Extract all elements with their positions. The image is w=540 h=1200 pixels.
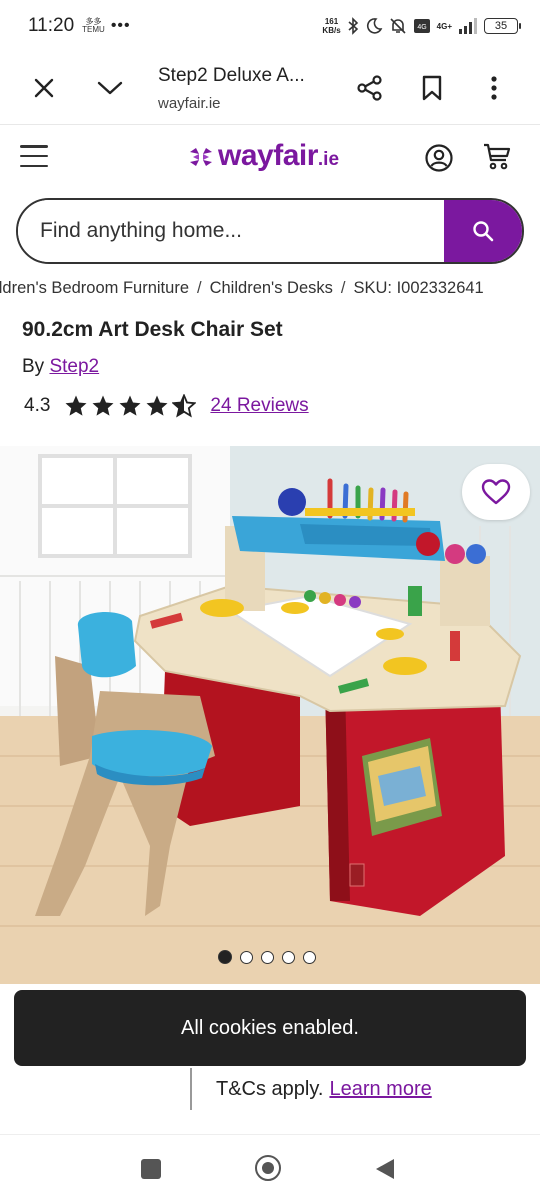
star-partial-icon (172, 394, 197, 418)
search-bar (16, 198, 524, 264)
carousel-dot-4[interactable] (282, 950, 295, 964)
wayfair-pinwheel-icon (190, 148, 212, 166)
heart-icon (481, 479, 511, 505)
search-input[interactable] (18, 200, 444, 262)
site-header: wayfair .ie (0, 124, 540, 190)
network-type: 4G+ (436, 21, 452, 31)
close-icon (34, 78, 54, 98)
network-speed: 161 KB/s (322, 17, 341, 35)
more-options-button[interactable] (472, 66, 516, 110)
app-notification-badge: 多多 TEMU (82, 17, 105, 34)
wayfair-logo[interactable]: wayfair .ie (188, 139, 339, 173)
brand-link[interactable]: Step2 (49, 356, 99, 377)
carousel-dot-2[interactable] (240, 950, 253, 964)
recent-apps-button[interactable] (141, 1159, 161, 1179)
share-icon (357, 75, 382, 101)
terms-text: T&Cs apply. (216, 1077, 324, 1100)
more-notifications-icon: ••• (110, 17, 131, 34)
breadcrumb-item[interactable]: Children's Desks (210, 279, 333, 297)
star-full-icon (146, 395, 168, 416)
star-rating (64, 394, 197, 418)
product-photo-desk-chair (0, 446, 540, 984)
signal-icon (459, 18, 477, 34)
page-url: wayfair.ie (158, 94, 221, 112)
breadcrumb: Children's Bedroom Furniture / Children's … (0, 279, 540, 298)
menu-icon[interactable] (20, 145, 48, 167)
cart-icon[interactable] (482, 141, 512, 171)
star-full-icon (65, 395, 87, 416)
star-full-icon (92, 395, 114, 416)
product-image[interactable] (0, 446, 540, 984)
breadcrumb-item[interactable]: Children's Bedroom Furniture (0, 279, 189, 297)
learn-more-link[interactable]: Learn more (329, 1078, 431, 1101)
bluetooth-icon (348, 17, 358, 35)
carousel-dot-5[interactable] (303, 950, 316, 964)
do-not-disturb-moon-icon (366, 18, 383, 34)
home-button[interactable] (255, 1155, 281, 1181)
account-icon[interactable] (424, 143, 454, 173)
search-button[interactable] (444, 200, 522, 262)
search-icon (473, 221, 494, 242)
status-time: 11:20 (28, 15, 75, 36)
breadcrumb-separator: / (197, 279, 202, 297)
page-title: Step2 Deluxe A... (158, 64, 305, 86)
back-button[interactable] (374, 1157, 396, 1181)
volte-icon: 4G (413, 19, 430, 33)
product-title: 90.2cm Art Desk Chair Set (22, 318, 283, 341)
reviews-link[interactable]: 24 Reviews (210, 395, 308, 417)
breadcrumb-sku: SKU: I002332641 (353, 279, 484, 297)
battery-icon: 35 (484, 18, 521, 34)
share-button[interactable] (348, 66, 392, 110)
status-bar: 11:20 多多 TEMU ••• 161 KB/s 4G 4G+ 35 (0, 0, 540, 52)
home-dot-icon (262, 1162, 274, 1174)
bookmark-button[interactable] (410, 66, 454, 110)
rating-row: 4.3 24 Reviews (24, 394, 309, 418)
svg-text:4G: 4G (417, 24, 426, 31)
carousel-dots (218, 950, 316, 964)
system-nav-bar (0, 1134, 540, 1200)
more-vert-icon (491, 76, 497, 100)
carousel-dot-1[interactable] (218, 950, 232, 964)
carousel-dot-3[interactable] (261, 950, 274, 964)
product-byline: By Step2 (22, 356, 100, 377)
expand-button[interactable] (88, 66, 132, 110)
muted-bell-icon (390, 18, 406, 34)
browser-toolbar: Step2 Deluxe A... wayfair.ie (0, 52, 540, 124)
close-tab-button[interactable] (22, 66, 66, 110)
favorite-button[interactable] (462, 464, 530, 520)
bookmark-icon (422, 75, 442, 101)
promo-terms: T&Cs apply. Learn more (190, 1068, 432, 1110)
breadcrumb-separator: / (340, 279, 346, 297)
toast-message: All cookies enabled. (181, 1016, 359, 1039)
star-full-icon (119, 395, 141, 416)
page-title-area[interactable]: Step2 Deluxe A... wayfair.ie (158, 65, 328, 112)
rating-value: 4.3 (24, 395, 51, 416)
cookie-toast: All cookies enabled. (14, 990, 526, 1066)
logo-tld: .ie (317, 149, 340, 170)
chevron-down-icon (97, 81, 123, 95)
logo-text: wayfair (218, 139, 318, 172)
